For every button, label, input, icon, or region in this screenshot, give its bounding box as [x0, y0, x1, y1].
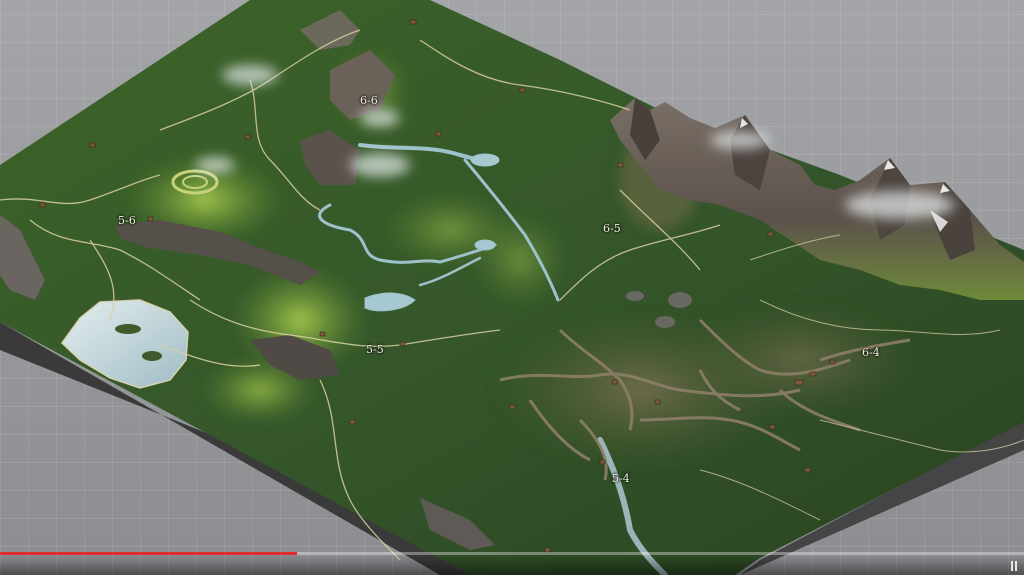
region-label-6-5: 6-5: [603, 222, 621, 235]
region-label-5-6: 5-6: [118, 214, 136, 227]
video-progress-fill: [0, 552, 297, 555]
region-label-6-6: 6-6: [360, 94, 378, 107]
video-control-bar: [0, 555, 1024, 575]
region-label-5-4: 5-4: [612, 472, 630, 485]
region-label-5-5: 5-5: [366, 343, 384, 356]
lake-island: [115, 324, 141, 334]
map-viewport: 5-6 6-6 6-5 5-5 6-4 5-4: [0, 0, 1024, 575]
region-label-6-4: 6-4: [862, 346, 880, 359]
terrain-map: [0, 0, 1024, 575]
lake-island: [142, 351, 162, 361]
pause-icon[interactable]: [1010, 561, 1018, 571]
video-progress-bar[interactable]: [0, 552, 1024, 555]
